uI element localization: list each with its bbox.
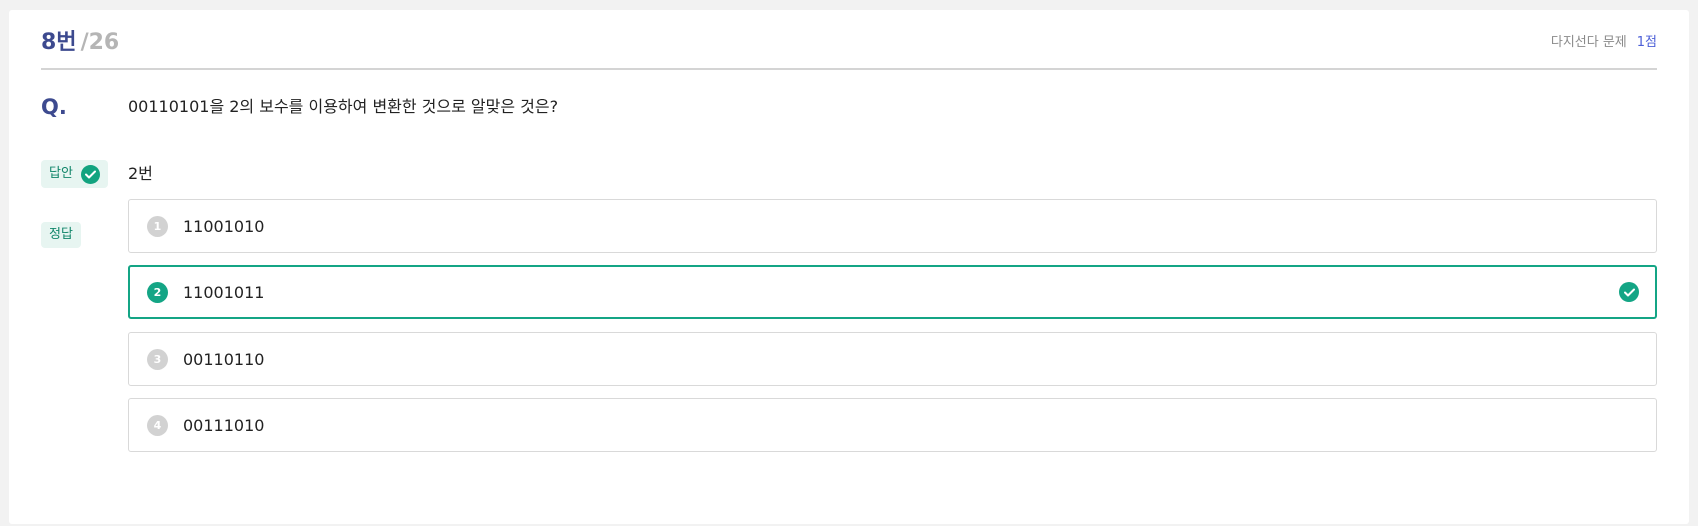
question-card: 8번/26 다지선다 문제 1점 Q. 00110101을 2의 보수를 이용하여…	[9, 10, 1689, 524]
question-label: Q.	[41, 95, 67, 119]
answer-tag-label: 답안	[49, 166, 73, 181]
choice-option-2[interactable]: 2 11001011	[128, 265, 1657, 319]
correct-answer-tag-label: 정답	[49, 227, 73, 242]
answer-value: 2번	[128, 164, 153, 183]
choice-number-badge: 4	[147, 415, 168, 436]
correct-check-icon	[1619, 282, 1639, 302]
correct-answer-tag: 정답	[41, 222, 81, 248]
question-current-number: 8번	[41, 30, 77, 55]
question-header: 8번/26 다지선다 문제 1점	[41, 10, 1657, 70]
choice-text: 11001011	[183, 283, 265, 302]
check-icon	[80, 164, 100, 184]
choice-text: 00111010	[183, 416, 265, 435]
question-number: 8번/26	[41, 32, 119, 54]
choice-number-badge: 1	[147, 216, 168, 237]
choice-text: 00110110	[183, 350, 265, 369]
question-meta: 다지선다 문제 1점	[1551, 36, 1657, 49]
choice-option-3[interactable]: 3 00110110	[128, 332, 1657, 386]
choice-option-4[interactable]: 4 00111010	[128, 398, 1657, 452]
question-total: /26	[80, 30, 120, 55]
question-points: 1점	[1636, 35, 1657, 50]
choice-number-badge: 3	[147, 349, 168, 370]
question-type: 다지선다 문제	[1550, 35, 1627, 50]
choice-option-1[interactable]: 1 11001010	[128, 199, 1657, 253]
choice-number-badge: 2	[147, 282, 168, 303]
question-text: 00110101을 2의 보수를 이용하여 변환한 것으로 알맞은 것은?	[128, 97, 559, 116]
choice-text: 11001010	[183, 217, 265, 236]
answer-tag: 답안	[41, 160, 108, 188]
